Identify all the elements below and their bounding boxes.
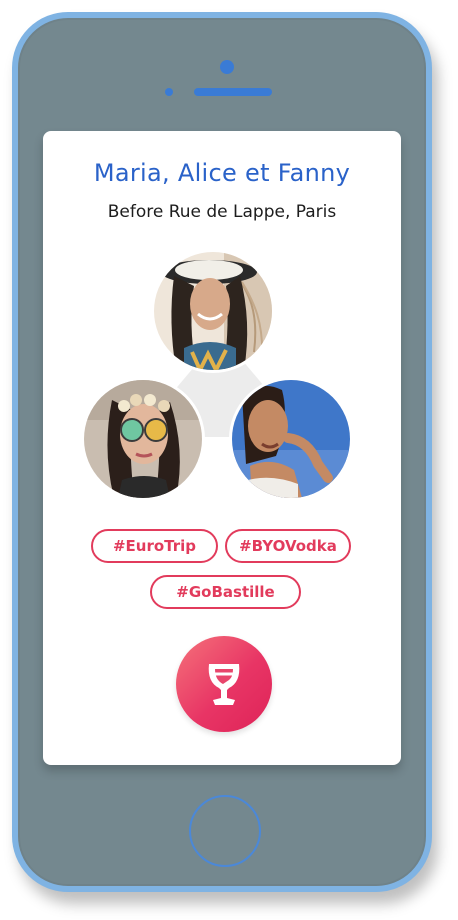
avatar-alice[interactable] [81,377,205,501]
tag-byovodka[interactable]: #BYOVodka [225,529,351,563]
avatar-fanny[interactable] [229,377,353,501]
event-subtitle: Before Rue de Lappe, Paris [107,202,337,222]
stage: Maria, Alice et Fanny Before Rue de Lapp… [0,0,458,920]
sensor-icon [165,88,173,96]
wine-glass-icon [208,664,240,705]
join-drink-button[interactable] [176,636,272,732]
home-button[interactable] [189,795,261,867]
tag-eurotrip[interactable]: #EuroTrip [91,529,218,563]
group-card: Maria, Alice et Fanny Before Rue de Lapp… [43,131,401,765]
camera-icon [220,60,234,74]
group-title: Maria, Alice et Fanny [93,159,351,187]
tag-gobastille[interactable]: #GoBastille [150,575,301,609]
speaker-grille [194,88,272,96]
avatar-maria[interactable] [151,249,275,373]
